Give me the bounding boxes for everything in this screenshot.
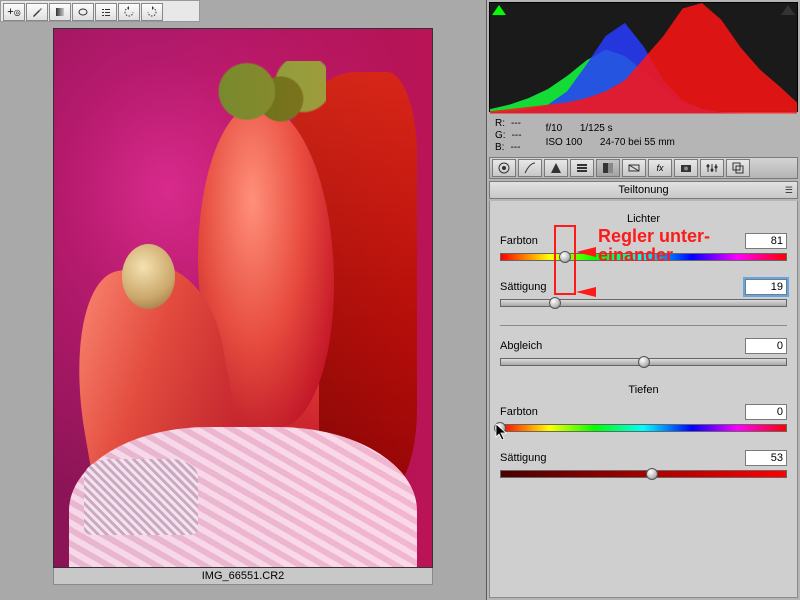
sh-hue-input[interactable]: [745, 404, 787, 420]
balance-input[interactable]: [745, 338, 787, 354]
brush-tool-icon[interactable]: [26, 3, 48, 21]
tab-camera-icon[interactable]: [674, 159, 698, 177]
sh-sat-label: Sättigung: [500, 452, 562, 464]
exif-g-value: ---: [512, 130, 522, 141]
panel-body: Lichter Farbton Sättigung Abgleich: [489, 201, 798, 598]
exif-b-label: B:: [495, 142, 504, 153]
tab-curve-icon[interactable]: [518, 159, 542, 177]
histogram: [489, 2, 798, 112]
annotation-arrow-icon: [576, 247, 596, 257]
exif-r-label: R:: [495, 118, 505, 129]
gradient-tool-icon[interactable]: [49, 3, 71, 21]
annotation-arrow-icon: [576, 287, 596, 297]
panel-title-text: Teiltonung: [618, 184, 668, 196]
hi-sat-input[interactable]: [745, 279, 787, 295]
tab-lens-icon[interactable]: [622, 159, 646, 177]
tab-splittone-icon[interactable]: [596, 159, 620, 177]
balance-label: Abgleich: [500, 340, 562, 352]
exif-r-value: ---: [511, 118, 521, 129]
sh-sat-input[interactable]: [745, 450, 787, 466]
section-highlights: Lichter: [500, 213, 787, 225]
rotate-cw-icon[interactable]: [141, 3, 163, 21]
exif-b-value: ---: [510, 142, 520, 153]
exif-aperture: f/10: [546, 123, 563, 134]
sh-sat-slider[interactable]: [500, 470, 787, 486]
rotate-ccw-icon[interactable]: [118, 3, 140, 21]
exif-lens: 24-70 bei 55 mm: [600, 137, 675, 148]
hi-sat-slider[interactable]: [500, 299, 787, 315]
panel-title: Teiltonung ☰: [489, 181, 798, 199]
tab-detail-icon[interactable]: [544, 159, 568, 177]
adjust-tool-icon[interactable]: +◎: [3, 3, 25, 21]
tab-presets-icon[interactable]: [726, 159, 750, 177]
balance-slider[interactable]: [500, 358, 787, 374]
hi-hue-input[interactable]: [745, 233, 787, 249]
tab-fx-icon[interactable]: fx: [648, 159, 672, 177]
exif-readout: R: --- G: --- B: --- f/10 1/125 s ISO 100 2…: [487, 114, 800, 157]
tab-hsl-icon[interactable]: [570, 159, 594, 177]
exif-iso: ISO 100: [546, 137, 583, 148]
preview-image[interactable]: [53, 28, 433, 568]
list-tool-icon[interactable]: [95, 3, 117, 21]
annotation-text: Regler unter-einander: [598, 227, 710, 265]
exif-g-label: G:: [495, 130, 506, 141]
filename-label: IMG_66551.CR2: [53, 568, 433, 585]
exif-shutter: 1/125 s: [580, 123, 613, 134]
panel-menu-icon[interactable]: ☰: [785, 185, 793, 196]
section-shadows: Tiefen: [500, 384, 787, 396]
sh-hue-slider[interactable]: [500, 424, 787, 440]
hi-hue-label: Farbton: [500, 235, 562, 247]
hi-sat-label: Sättigung: [500, 281, 562, 293]
tab-basic-icon[interactable]: [492, 159, 516, 177]
annotation-box: [554, 225, 576, 295]
sh-hue-label: Farbton: [500, 406, 562, 418]
tab-sliders-icon[interactable]: [700, 159, 724, 177]
left-toolbar: +◎: [0, 0, 200, 22]
radial-tool-icon[interactable]: [72, 3, 94, 21]
panel-tabbar: fx: [489, 157, 798, 179]
